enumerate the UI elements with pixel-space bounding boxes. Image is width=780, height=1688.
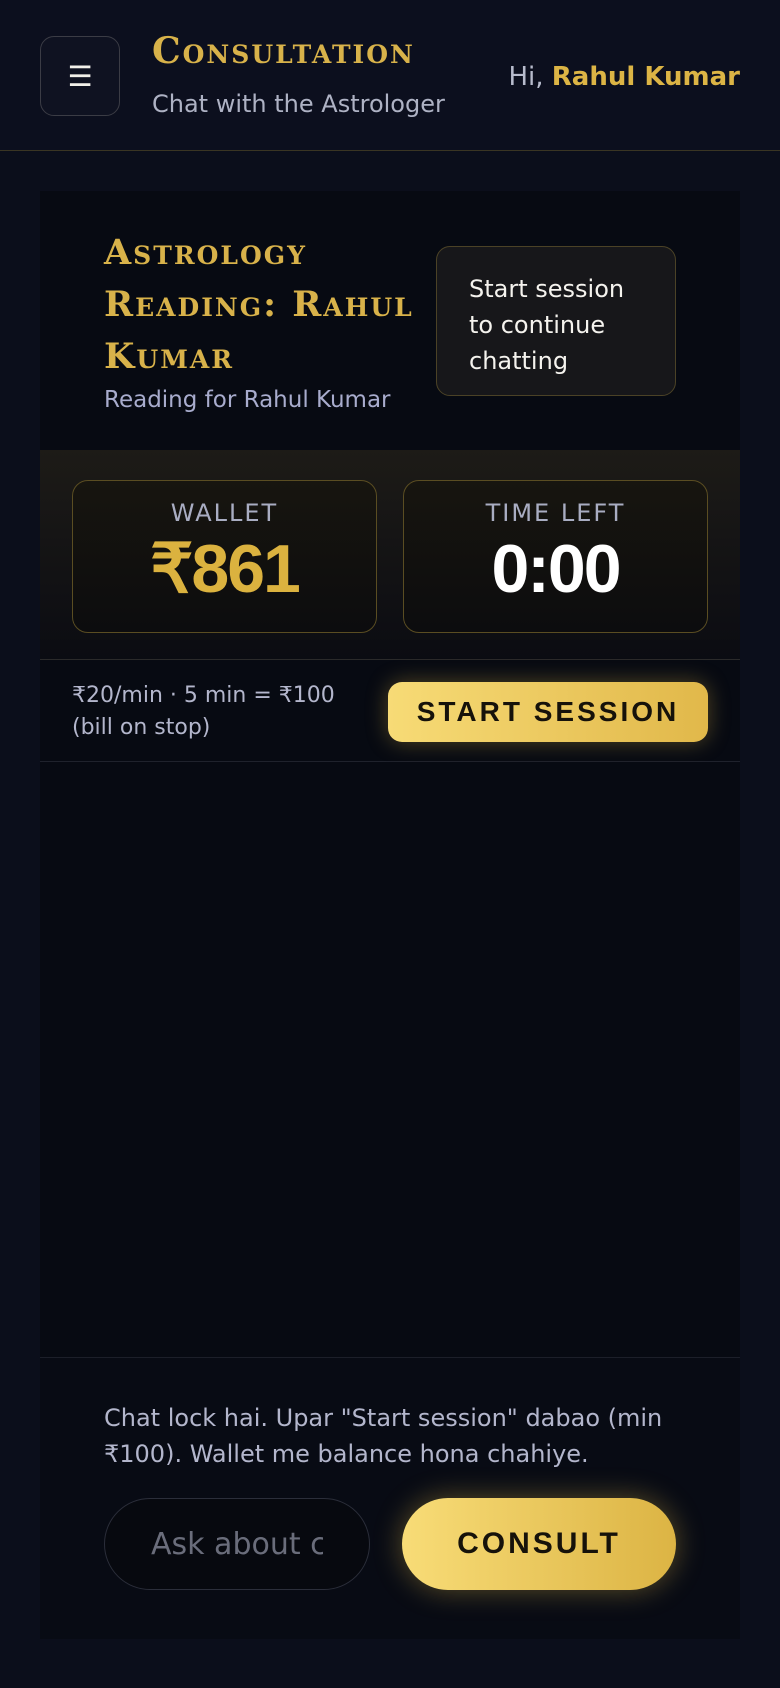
greeting-prefix: Hi, (508, 62, 552, 92)
consult-button[interactable]: CONSULT (402, 1498, 676, 1590)
question-input[interactable] (104, 1498, 370, 1590)
session-controls: ₹20/min · 5 min = ₹100 (bill on stop) ST… (40, 660, 740, 762)
session-notice: Start session to continue chatting (436, 246, 676, 396)
stats-bar: WALLET ₹861 TIME LEFT 0:00 (40, 450, 740, 660)
chat-composer: Chat lock hai. Upar "Start session" daba… (40, 1357, 740, 1639)
wallet-balance: ₹861 (150, 531, 301, 607)
top-bar: ☰ Consultation Chat with the Astrologer … (0, 0, 780, 151)
page-subtitle: Chat with the Astrologer (152, 90, 445, 118)
start-session-button[interactable]: START SESSION (388, 682, 708, 742)
rate-info: ₹20/min · 5 min = ₹100 (bill on stop) (72, 683, 335, 740)
reading-subtitle: Reading for Rahul Kumar (104, 387, 391, 413)
time-left-label: TIME LEFT (485, 499, 626, 527)
time-left-card: TIME LEFT 0:00 (403, 480, 708, 633)
menu-button[interactable]: ☰ (40, 36, 120, 116)
wallet-card: WALLET ₹861 (72, 480, 377, 633)
chat-messages-area[interactable] (40, 762, 740, 1348)
consultation-panel: Astrology Reading: Rahul Kumar Reading f… (40, 191, 740, 1639)
page-title: Consultation (152, 30, 415, 72)
user-greeting: Hi, Rahul Kumar (508, 62, 740, 92)
user-name: Rahul Kumar (551, 62, 740, 92)
reading-title: Astrology Reading: Rahul Kumar (104, 232, 414, 377)
hamburger-icon: ☰ (67, 59, 93, 93)
wallet-label: WALLET (170, 499, 279, 527)
time-left-value: 0:00 (491, 531, 621, 607)
chat-lock-message: Chat lock hai. Upar "Start session" daba… (104, 1404, 663, 1468)
